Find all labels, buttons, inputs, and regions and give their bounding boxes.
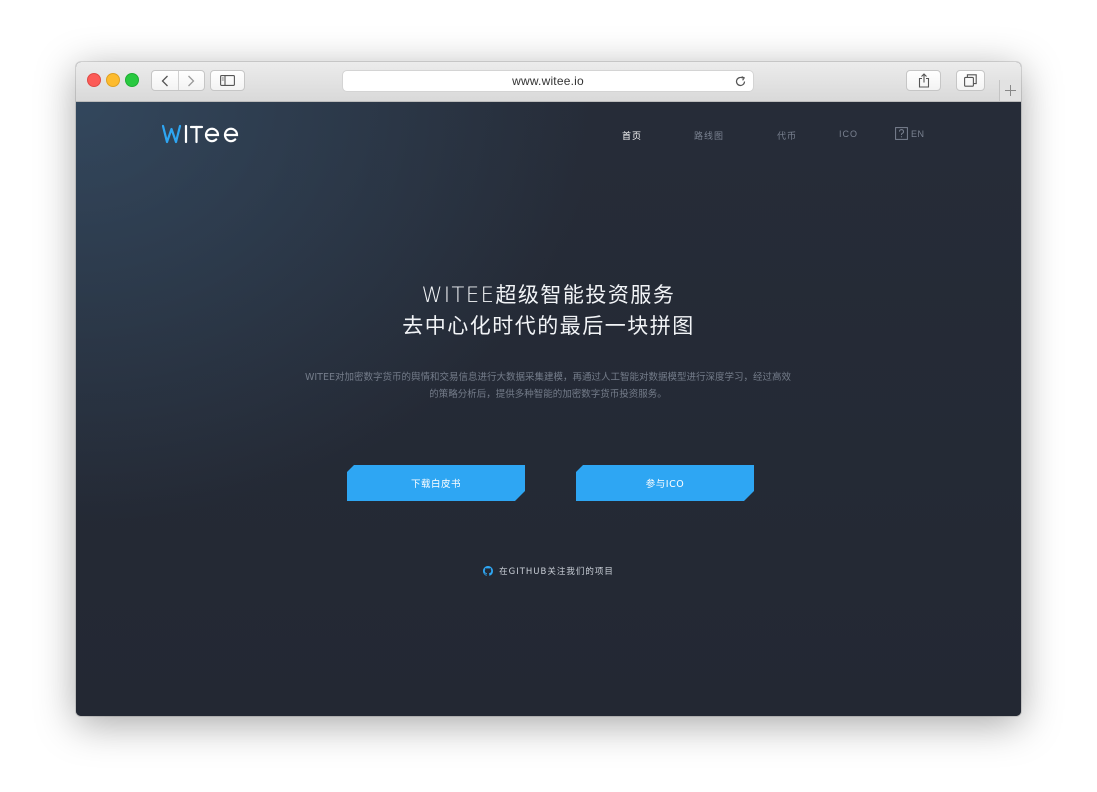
main-nav: 首页 路线图 代币 ICO EN xyxy=(76,127,1021,143)
browser-toolbar: www.witee.io xyxy=(76,62,1021,102)
language-switch[interactable]: EN xyxy=(895,127,925,140)
history-nav-group xyxy=(151,70,205,91)
plus-icon xyxy=(1005,85,1016,96)
close-window-button[interactable] xyxy=(87,73,101,87)
minimize-window-button[interactable] xyxy=(106,73,120,87)
github-link-label: 在GITHUB关注我们的项目 xyxy=(499,567,614,577)
share-icon xyxy=(918,73,929,88)
hero-description: WITEE对加密数字货币的舆情和交易信息进行大数据采集建模，再通过人工智能对数据… xyxy=(298,369,798,403)
join-ico-button[interactable]: 参与ICO xyxy=(576,465,754,501)
hero-title-line-1: WITEE超级智能投资服务 xyxy=(421,283,676,307)
sidebar-icon xyxy=(220,75,235,86)
back-button[interactable] xyxy=(152,71,178,90)
nav-item-ico[interactable]: ICO xyxy=(839,129,858,139)
reload-icon[interactable] xyxy=(734,75,747,88)
nav-item-token[interactable]: 代币 xyxy=(777,129,797,142)
nav-item-home[interactable]: 首页 xyxy=(622,129,642,142)
sidebar-toggle-button[interactable] xyxy=(210,70,245,91)
browser-window: www.witee.io 首页 路线图 代币 ICO EN WITEE超级智能投… xyxy=(76,62,1021,716)
tabs-icon xyxy=(964,74,977,87)
question-box-icon xyxy=(895,127,908,140)
tab-overview-button[interactable] xyxy=(956,70,985,91)
language-label: EN xyxy=(911,128,925,139)
hero-description-line-1: WITEE对加密数字货币的舆情和交易信息进行大数据采集建模，再通过人工智能对数据… xyxy=(304,372,791,383)
webpage: 首页 路线图 代币 ICO EN WITEE超级智能投资服务 去中心化时代的最后… xyxy=(76,102,1021,716)
forward-button[interactable] xyxy=(177,71,205,90)
url-text: www.witee.io xyxy=(512,74,584,88)
github-icon xyxy=(483,566,494,576)
new-tab-button[interactable] xyxy=(999,80,1021,101)
download-whitepaper-button[interactable]: 下载白皮书 xyxy=(347,465,525,501)
maximize-window-button[interactable] xyxy=(125,73,139,87)
nav-item-roadmap[interactable]: 路线图 xyxy=(694,129,724,142)
share-button[interactable] xyxy=(906,70,941,91)
chevron-right-icon xyxy=(188,75,195,86)
github-link[interactable]: 在GITHUB关注我们的项目 xyxy=(76,565,1021,577)
hero-title-line-2: 去中心化时代的最后一块拼图 xyxy=(402,314,695,338)
hero-description-line-2: 的策略分析后，提供多种智能的加密数字货币投资服务。 xyxy=(429,389,667,400)
hero-title: WITEE超级智能投资服务 去中心化时代的最后一块拼图 xyxy=(76,280,1021,342)
address-bar[interactable]: www.witee.io xyxy=(342,70,754,92)
chevron-left-icon xyxy=(161,75,168,86)
